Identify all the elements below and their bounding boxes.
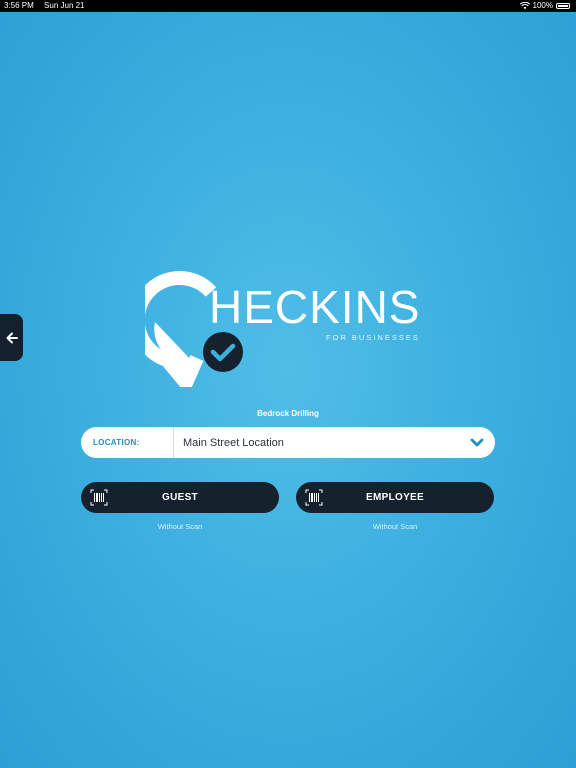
status-bar: 3:56 PM Sun Jun 21 100% xyxy=(0,0,576,12)
barcode-scan-icon xyxy=(305,489,323,506)
employee-button-label: EMPLOYEE xyxy=(366,492,424,503)
wifi-icon xyxy=(519,2,530,10)
location-value: Main Street Location xyxy=(183,436,284,449)
battery-icon xyxy=(556,3,570,9)
status-right: 100% xyxy=(519,0,570,12)
status-time: 3:56 PM xyxy=(4,1,34,10)
guest-caption: Without Scan xyxy=(157,522,203,531)
employee-caption: Without Scan xyxy=(372,522,418,531)
company-name: Bedrock Drilling xyxy=(257,409,319,418)
back-button[interactable] xyxy=(0,314,23,361)
chevron-down-icon[interactable] xyxy=(459,438,495,448)
guest-button-label: GUEST xyxy=(162,492,198,503)
guest-button[interactable]: GUEST xyxy=(81,482,279,513)
employee-button[interactable]: EMPLOYEE xyxy=(296,482,494,513)
status-date: Sun Jun 21 xyxy=(44,1,85,10)
status-left: 3:56 PM Sun Jun 21 xyxy=(4,0,93,12)
barcode-scan-icon xyxy=(90,489,108,506)
location-label: LOCATION: xyxy=(93,438,140,447)
arrow-left-icon xyxy=(6,332,18,343)
location-select[interactable]: LOCATION: Main Street Location xyxy=(81,427,495,458)
logo-subtitle: FOR BUSINESSES xyxy=(326,333,420,342)
logo-wordmark: HECKINS xyxy=(209,281,421,333)
battery-percent: 100% xyxy=(532,1,553,10)
